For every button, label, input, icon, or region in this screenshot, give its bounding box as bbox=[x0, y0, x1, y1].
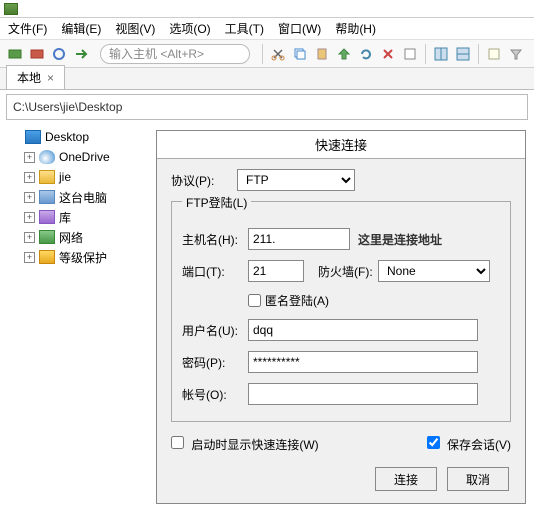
anonymous-checkbox[interactable] bbox=[248, 294, 261, 307]
menu-edit[interactable]: 编辑(E) bbox=[61, 20, 101, 37]
tree-label: 等级保护 bbox=[59, 249, 107, 266]
menu-tools[interactable]: 工具(T) bbox=[225, 20, 264, 37]
tree-node[interactable]: + jie bbox=[10, 168, 146, 186]
desktop-icon bbox=[25, 130, 41, 144]
password-label: 密码(P): bbox=[182, 354, 248, 371]
reconnect-icon[interactable] bbox=[50, 45, 68, 63]
tree-node[interactable]: + OneDrive bbox=[10, 148, 146, 166]
account-input[interactable] bbox=[248, 383, 478, 405]
user-label: 用户名(U): bbox=[182, 322, 248, 339]
menu-bar: 文件(F) 编辑(E) 视图(V) 选项(O) 工具(T) 窗口(W) 帮助(H… bbox=[0, 18, 534, 40]
protocol-label: 协议(P): bbox=[171, 172, 237, 189]
properties-icon[interactable] bbox=[401, 45, 419, 63]
expand-icon[interactable]: + bbox=[24, 252, 35, 263]
anonymous-label: 匿名登陆(A) bbox=[265, 292, 329, 309]
expand-icon[interactable]: + bbox=[24, 212, 35, 223]
title-bar bbox=[0, 0, 534, 18]
copy-icon[interactable] bbox=[291, 45, 309, 63]
protocol-select[interactable]: FTP bbox=[237, 169, 355, 191]
password-input[interactable] bbox=[248, 351, 478, 373]
separator bbox=[262, 44, 263, 64]
tab-label: 本地 bbox=[17, 69, 41, 86]
show-startup-label: 启动时显示快速连接(W) bbox=[191, 438, 318, 452]
tree-node[interactable]: +库 bbox=[10, 208, 146, 226]
folder-icon bbox=[39, 250, 55, 264]
host-annotation: 这里是连接地址 bbox=[358, 231, 442, 248]
expand-icon[interactable]: + bbox=[24, 192, 35, 203]
tree-node[interactable]: + 等级保护 bbox=[10, 248, 146, 266]
menu-view[interactable]: 视图(V) bbox=[115, 20, 155, 37]
expand-icon[interactable]: + bbox=[24, 152, 35, 163]
layout2-icon[interactable] bbox=[454, 45, 472, 63]
menu-options[interactable]: 选项(O) bbox=[169, 20, 210, 37]
tree-label: jie bbox=[59, 170, 71, 184]
up-icon[interactable] bbox=[335, 45, 353, 63]
app-icon bbox=[4, 3, 18, 15]
menu-window[interactable]: 窗口(W) bbox=[278, 20, 321, 37]
quick-connect-dialog: 快速连接 协议(P): FTP FTP登陆(L) 主机名(H): 这里是连接地址… bbox=[156, 130, 526, 504]
expand-icon[interactable]: + bbox=[24, 172, 35, 183]
save-session-checkbox[interactable] bbox=[427, 436, 440, 449]
cancel-button[interactable]: 取消 bbox=[447, 467, 509, 491]
close-icon[interactable]: × bbox=[47, 71, 54, 85]
account-label: 帐号(O): bbox=[182, 386, 248, 403]
layout1-icon[interactable] bbox=[432, 45, 450, 63]
fieldset-legend: FTP登陆(L) bbox=[182, 194, 251, 211]
save-session-label: 保存会话(V) bbox=[447, 438, 511, 452]
host-input[interactable]: 输入主机 <Alt+R> bbox=[100, 44, 250, 64]
dialog-title: 快速连接 bbox=[157, 131, 525, 159]
tree-node[interactable]: + 这台电脑 bbox=[10, 188, 146, 206]
port-label: 端口(T): bbox=[182, 263, 248, 280]
folder-tree: Desktop +OneDrive+jie+这台电脑+库+网络+等级保护 bbox=[0, 122, 150, 522]
show-startup-checkbox[interactable] bbox=[171, 436, 184, 449]
disconnect-icon[interactable] bbox=[28, 45, 46, 63]
separator bbox=[425, 44, 426, 64]
expand-icon bbox=[10, 132, 21, 143]
log-icon[interactable] bbox=[485, 45, 503, 63]
tree-label: 库 bbox=[59, 209, 71, 226]
tree-label: OneDrive bbox=[59, 150, 110, 164]
path-bar[interactable]: C:\Users\jie\Desktop bbox=[6, 94, 528, 120]
folder-icon bbox=[39, 210, 55, 224]
tree-node[interactable]: + 网络 bbox=[10, 228, 146, 246]
ftp-login-fieldset: FTP登陆(L) 主机名(H): 这里是连接地址 端口(T): 防火墙(F): … bbox=[171, 201, 511, 422]
cut-icon[interactable] bbox=[269, 45, 287, 63]
folder-icon bbox=[39, 190, 55, 204]
host-input[interactable] bbox=[248, 228, 350, 250]
refresh-icon[interactable] bbox=[357, 45, 375, 63]
firewall-select[interactable]: None bbox=[378, 260, 490, 282]
expand-icon[interactable]: + bbox=[24, 232, 35, 243]
firewall-label: 防火墙(F): bbox=[318, 263, 378, 280]
tree-node-desktop[interactable]: Desktop bbox=[10, 128, 146, 146]
path-text: C:\Users\jie\Desktop bbox=[13, 100, 122, 114]
connect-icon[interactable] bbox=[6, 45, 24, 63]
folder-icon bbox=[39, 230, 55, 244]
tree-label: Desktop bbox=[45, 130, 89, 144]
delete-icon[interactable] bbox=[379, 45, 397, 63]
folder-icon bbox=[39, 150, 55, 164]
separator bbox=[478, 44, 479, 64]
tab-local[interactable]: 本地 × bbox=[6, 65, 65, 89]
menu-file[interactable]: 文件(F) bbox=[8, 20, 47, 37]
tree-label: 这台电脑 bbox=[59, 189, 107, 206]
host-placeholder: 输入主机 <Alt+R> bbox=[109, 45, 204, 62]
port-input[interactable] bbox=[248, 260, 304, 282]
tab-bar: 本地 × bbox=[0, 68, 534, 90]
paste-icon[interactable] bbox=[313, 45, 331, 63]
menu-help[interactable]: 帮助(H) bbox=[335, 20, 376, 37]
toolbar: 输入主机 <Alt+R> bbox=[0, 40, 534, 68]
user-input[interactable] bbox=[248, 319, 478, 341]
filter-icon[interactable] bbox=[507, 45, 525, 63]
host-label: 主机名(H): bbox=[182, 231, 248, 248]
connect-button[interactable]: 连接 bbox=[375, 467, 437, 491]
tree-label: 网络 bbox=[59, 229, 83, 246]
folder-icon bbox=[39, 170, 55, 184]
quickconnect-icon[interactable] bbox=[72, 45, 90, 63]
